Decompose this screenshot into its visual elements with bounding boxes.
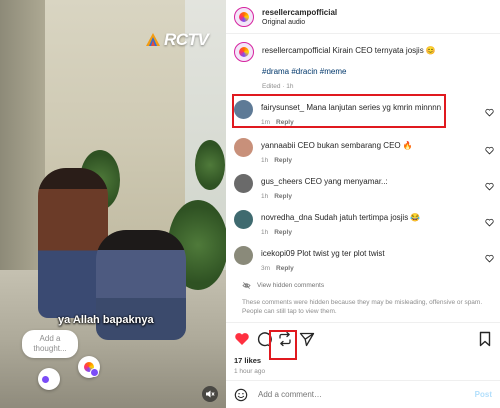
heart-filled-icon[interactable] — [234, 331, 250, 347]
reply-button[interactable]: Reply — [274, 157, 292, 164]
post-time: 1 hour ago — [234, 368, 266, 375]
commenter-avatar[interactable] — [234, 174, 253, 193]
commenter-avatar[interactable] — [234, 246, 253, 265]
reply-button[interactable]: Reply — [274, 193, 292, 200]
heart-icon[interactable] — [485, 254, 494, 263]
caption-hashtags[interactable]: #drama #dracin #meme — [262, 67, 492, 76]
creator-avatar[interactable] — [78, 356, 100, 378]
caption-meta: Edited · 1h — [262, 83, 294, 90]
heart-icon[interactable] — [485, 218, 494, 227]
author-username[interactable]: resellercampofficial — [262, 8, 337, 17]
post-button[interactable]: Post — [475, 390, 492, 399]
author-logo-icon — [239, 11, 249, 22]
comment-time: 1h — [261, 229, 269, 236]
bookmark-icon[interactable] — [477, 331, 493, 347]
channel-logo: RCTV — [145, 30, 209, 50]
comment-input[interactable] — [258, 390, 475, 399]
comment-item: gus_cheers CEO yang menyamar..: 1h Reply — [234, 174, 496, 206]
likes-count[interactable]: 17 likes — [234, 356, 261, 365]
post-header: resellercampofficial Original audio — [226, 0, 500, 34]
action-bar: 17 likes 1 hour ago — [226, 322, 500, 380]
reply-button[interactable]: Reply — [274, 229, 292, 236]
heart-icon[interactable] — [485, 108, 494, 117]
comment-time: 1h — [261, 193, 269, 200]
highlight-comment-box — [232, 94, 446, 128]
scene-plant — [195, 140, 225, 190]
add-icon — [41, 375, 50, 384]
comment-text: gus_cheers CEO yang menyamar..: — [261, 177, 388, 186]
comment-composer: Post — [226, 380, 500, 408]
comment-item: novredha_dna Sudah jatuh tertimpa josjis… — [234, 210, 496, 242]
view-hidden-label: View hidden comments — [257, 282, 325, 289]
heart-icon[interactable] — [485, 146, 494, 155]
eye-off-icon — [242, 282, 251, 289]
heart-icon[interactable] — [485, 182, 494, 191]
hidden-comments-note: These comments were hidden because they … — [242, 299, 483, 315]
add-thought-bubble[interactable]: Add a thought... — [22, 330, 78, 358]
comment-item: icekopi09 Plot twist yg ter plot twist 3… — [234, 246, 496, 278]
reply-button[interactable]: Reply — [276, 265, 294, 272]
speaker-muted-glyph — [206, 390, 215, 398]
commenter-avatar[interactable] — [234, 138, 253, 157]
comment-text: yannaabii CEO bukan sembarang CEO 🔥 — [261, 141, 413, 150]
share-icon[interactable] — [299, 331, 315, 347]
channel-logo-text: RCTV — [164, 30, 209, 49]
emoji-icon[interactable] — [234, 388, 248, 402]
rctv-logo-icon — [146, 33, 160, 46]
video-subtitle: ya Allah bapaknya — [58, 314, 154, 326]
caption-author-logo-icon — [239, 47, 249, 57]
author-avatar[interactable] — [234, 6, 254, 27]
speaker-muted-icon[interactable] — [202, 386, 218, 402]
view-hidden-comments[interactable]: View hidden comments — [242, 281, 324, 290]
caption-text: resellercampofficial Kirain CEO ternyata… — [262, 46, 436, 55]
comment-text: icekopi09 Plot twist yg ter plot twist — [261, 249, 385, 258]
viewer-avatar[interactable] — [38, 368, 60, 390]
caption-author-avatar[interactable] — [234, 42, 254, 62]
comment-text: novredha_dna Sudah jatuh tertimpa josjis… — [261, 213, 421, 222]
audio-link[interactable]: Original audio — [262, 19, 337, 26]
comment-time: 1h — [261, 157, 269, 164]
comment-item: yannaabii CEO bukan sembarang CEO 🔥 1h Re… — [234, 138, 496, 170]
commenter-avatar[interactable] — [234, 210, 253, 229]
add-thought-placeholder: Add a thought... — [33, 334, 67, 353]
highlight-repost-box — [269, 330, 297, 360]
follow-badge-icon — [90, 368, 99, 377]
comment-time: 3m — [261, 265, 271, 272]
reel-video[interactable]: RCTV ya Allah bapaknya Add a thought... — [0, 0, 226, 408]
